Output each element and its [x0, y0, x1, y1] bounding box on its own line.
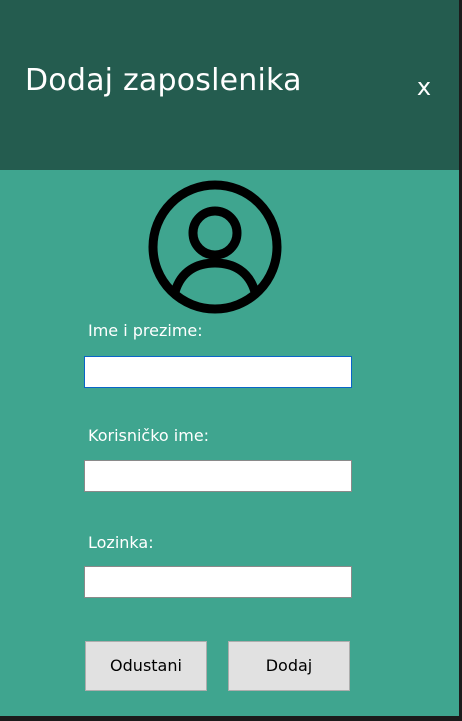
- full-name-label: Ime i prezime:: [88, 321, 203, 340]
- close-button[interactable]: x: [410, 72, 438, 102]
- username-label: Korisničko ime:: [88, 426, 210, 445]
- cancel-button[interactable]: Odustani: [85, 641, 207, 691]
- add-employee-dialog: Dodaj zaposlenika x Ime i prezime: Koris…: [0, 0, 459, 716]
- dialog-header: Dodaj zaposlenika x: [0, 0, 459, 170]
- password-label: Lozinka:: [88, 533, 154, 552]
- username-field[interactable]: [84, 460, 352, 492]
- dialog-title: Dodaj zaposlenika: [25, 63, 302, 98]
- user-circle-icon: [148, 180, 282, 314]
- full-name-field[interactable]: [84, 356, 352, 388]
- password-field[interactable]: [84, 566, 352, 598]
- add-button[interactable]: Dodaj: [228, 641, 350, 691]
